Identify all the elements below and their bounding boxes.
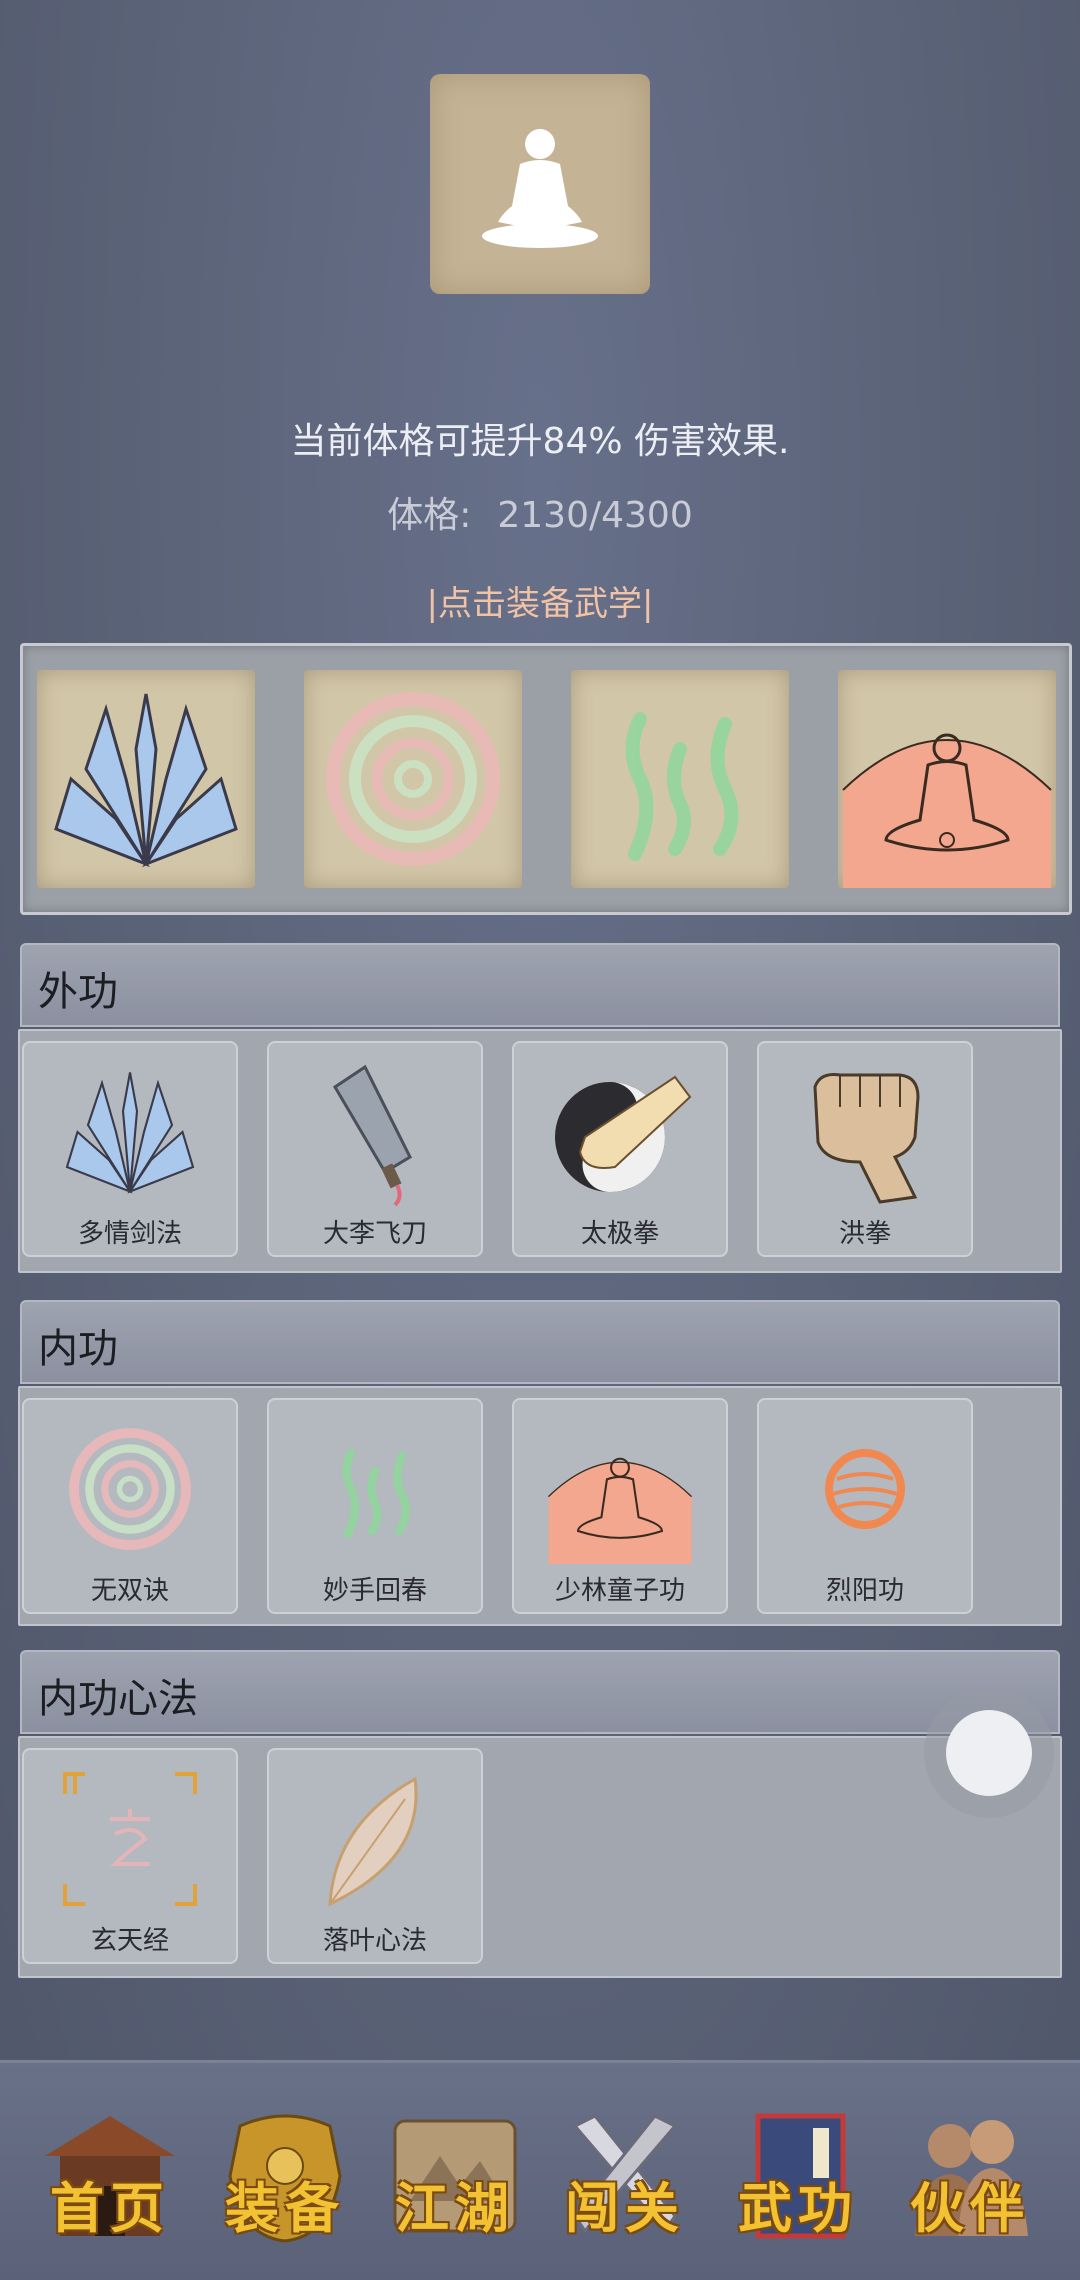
section-header-mind-method: 内功心法 <box>20 1650 1060 1734</box>
nav-label: 武功 <box>738 2176 858 2240</box>
skill-card[interactable]: 多情剑法 <box>22 1041 238 1257</box>
section-header-internal: 内功 <box>20 1300 1060 1384</box>
spiral-icon <box>326 692 500 866</box>
stat-label: 体格: <box>387 495 472 536</box>
nav-item-partners[interactable]: 伙伴 <box>890 2101 1050 2251</box>
equipped-skills-bar <box>20 643 1072 915</box>
skill-card[interactable]: 无双诀 <box>22 1398 238 1614</box>
meditating-figure-icon <box>482 129 598 248</box>
blade-fan-icon <box>54 693 238 868</box>
nav-label: 首页 <box>50 2176 170 2240</box>
nav-item-martial-arts[interactable]: 武功 <box>718 2101 878 2251</box>
skill-label: 大李飞刀 <box>322 1219 427 1249</box>
green-wave-icon <box>625 712 739 861</box>
skill-label: 落叶心法 <box>322 1926 427 1956</box>
sun-orb-icon <box>825 1449 905 1529</box>
nav-item-jianghu[interactable]: 江湖 <box>375 2101 535 2251</box>
skill-card[interactable]: 少林童子功 <box>512 1398 728 1614</box>
skill-label: 太极拳 <box>580 1219 659 1249</box>
taiji-fist-icon <box>555 1075 692 1192</box>
section-body-mind-method: 玄天经 落叶心法 <box>18 1736 1062 1978</box>
skill-label: 洪拳 <box>838 1219 891 1249</box>
nav-label: 江湖 <box>395 2176 515 2240</box>
floating-button-knob <box>946 1710 1032 1796</box>
equip-martial-arts-link[interactable]: |点击装备武学| <box>0 576 1080 625</box>
skill-card[interactable]: 落叶心法 <box>267 1748 483 1964</box>
equip-slot-4[interactable] <box>838 670 1056 888</box>
equip-slot-2[interactable] <box>304 670 522 888</box>
fist-icon <box>813 1073 920 1204</box>
skill-card[interactable]: 玄天经 <box>22 1748 238 1964</box>
skill-label: 多情剑法 <box>77 1219 182 1249</box>
meditating-monk-icon <box>842 733 1052 888</box>
skill-card[interactable]: 洪拳 <box>757 1041 973 1257</box>
stat-value: 2130/4300 <box>497 495 693 536</box>
nav-item-challenge[interactable]: 闯关 <box>545 2101 705 2251</box>
meditation-avatar <box>430 74 650 294</box>
skill-card[interactable]: 太极拳 <box>512 1041 728 1257</box>
equip-slot-3[interactable] <box>571 670 789 888</box>
nav-label: 伙伴 <box>910 2176 1030 2240</box>
meditating-monk-icon <box>547 1457 693 1564</box>
section-body-external: 多情剑法 大李飞刀 太极拳 洪拳 <box>18 1029 1062 1273</box>
nav-label: 装备 <box>225 2176 345 2240</box>
skill-label: 玄天经 <box>90 1926 169 1956</box>
blade-fan-icon <box>65 1072 195 1194</box>
green-wave-icon <box>342 1448 410 1539</box>
leaf-icon <box>328 1776 418 1907</box>
cleaver-icon <box>332 1064 412 1207</box>
nav-item-equipment[interactable]: 装备 <box>205 2101 365 2251</box>
equip-slot-1[interactable] <box>37 670 255 888</box>
skill-label: 妙手回春 <box>322 1576 427 1606</box>
skill-label: 烈阳功 <box>825 1576 904 1606</box>
skill-card[interactable]: 大李飞刀 <box>267 1041 483 1257</box>
skill-label: 少林童子功 <box>554 1576 685 1606</box>
stat-line: 体格: 2130/4300 <box>0 486 1080 538</box>
bottom-nav: 首页 装备 江湖 闯关 武功 伙伴 <box>0 2060 1080 2280</box>
nav-label: 闯关 <box>565 2176 685 2240</box>
nav-item-home[interactable]: 首页 <box>30 2101 190 2251</box>
skill-label: 无双诀 <box>90 1576 169 1606</box>
spiral-icon <box>69 1428 191 1550</box>
section-body-internal: 无双诀 妙手回春 少林童子功 烈阳功 <box>18 1386 1062 1626</box>
section-header-external: 外功 <box>20 943 1060 1027</box>
skill-card[interactable]: 烈阳功 <box>757 1398 973 1614</box>
skill-card[interactable]: 妙手回春 <box>267 1398 483 1614</box>
xuan-rune-icon <box>63 1772 197 1906</box>
floating-action-button[interactable] <box>924 1688 1054 1818</box>
bonus-text: 当前体格可提升84% 伤害效果. <box>290 421 790 462</box>
